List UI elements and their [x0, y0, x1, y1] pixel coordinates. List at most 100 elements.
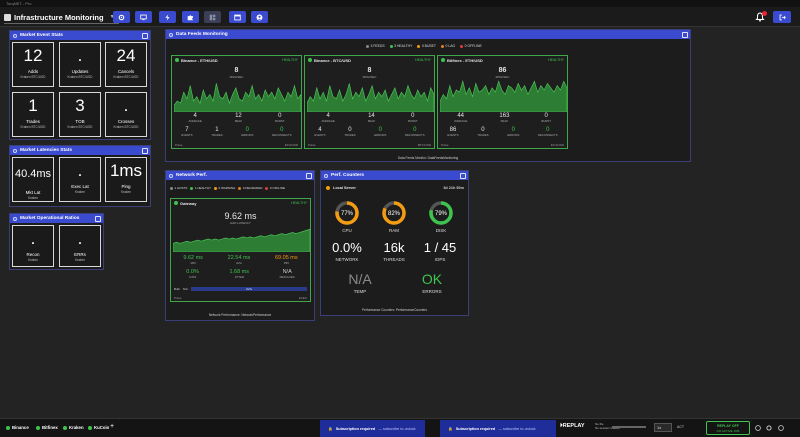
host-header: Gateway HEALTHY [171, 199, 310, 207]
bandwidth-row: Bulk N/A AVG [174, 286, 307, 291]
latency-stat-box: 40.4ms Mkt Lat Kraken [12, 157, 54, 202]
panel-title: Data Feeds Monitoring [176, 32, 228, 37]
user-icon [256, 14, 263, 20]
app-title-select[interactable]: Infrastructure Monitoring ▼ [4, 11, 119, 24]
act-label: ACT [677, 425, 684, 429]
lock-icon: 🔒 [328, 427, 333, 431]
legend-item: 0 BUSET [417, 44, 436, 48]
market-event-stat-box: 12 Adds Kraken BTC/USD [12, 42, 54, 87]
layout-button[interactable] [204, 11, 221, 23]
feed-stat-label: EVENTS [447, 133, 459, 137]
feed-stat-label: BURST [408, 119, 418, 123]
speed-select[interactable]: 1x [654, 423, 672, 432]
stat-label: Mkt Lat [25, 190, 41, 195]
stat-source: Kraken [120, 190, 132, 194]
latency-stats: 9.62 ms MIN 22.54 ms AVG 69.05 ms P95 [171, 255, 310, 265]
stat-label: Ping [121, 184, 131, 189]
gauge-value: 82% [388, 211, 401, 217]
network-stats: 0.0% LOSS 1.68 ms JITTER N/A RESOLVED [171, 269, 310, 279]
latency-area-chart [173, 228, 310, 252]
gear-icon[interactable] [766, 425, 772, 431]
feed-stat-label: TRADES [344, 133, 356, 137]
status-dot [441, 58, 445, 62]
notification-badge [762, 11, 767, 16]
window-titlebar: TorqNET - Pro [0, 0, 800, 7]
feed-stat: 86 EVENTS [447, 127, 459, 137]
status-dot [6, 425, 10, 430]
network-host-card[interactable]: Gateway HEALTHY 9.62 ms HAD LATENCY 9.62 … [170, 198, 311, 302]
feed-card[interactable]: Binance - ETH/USD HEALTHY 8 MSG/SEC 4 AVERAGE… [171, 55, 302, 149]
network-footer: Network Performance: NetworkPerformance [208, 313, 272, 317]
legend-dot [238, 186, 242, 190]
logout-button[interactable] [773, 11, 791, 23]
panel-title: Network Perf. [176, 173, 207, 178]
legend-item: 1 HEALTHY [190, 186, 211, 190]
feed-stat-label: RECONNECTS [405, 133, 425, 137]
feed-stat-label: ERRORS [507, 133, 520, 137]
panel-menu-icon[interactable] [142, 147, 148, 154]
power-icon[interactable] [778, 425, 784, 431]
lightning-icon [165, 13, 170, 21]
user-button[interactable] [251, 11, 268, 23]
add-tab-button[interactable]: + [110, 423, 114, 430]
panel-menu-icon[interactable] [306, 172, 312, 179]
stat-source: Kraken BTC/USD [113, 125, 139, 129]
window-button[interactable] [229, 11, 246, 23]
panel-header: Data Feeds Monitoring [166, 30, 690, 39]
exchange-tab[interactable]: Binance [6, 425, 29, 430]
min-stat: 9.62 ms MIN [183, 255, 203, 265]
feed-stat: 4 AVERAGE [188, 113, 202, 123]
top-toolbar: Infrastructure Monitoring ▼ [0, 7, 800, 27]
stat-source: Kraken [27, 196, 39, 200]
errors-label: ERRORS [422, 289, 442, 294]
uptime: 3d 21h 50m [443, 186, 464, 190]
exchange-tab[interactable]: KuCoin [88, 425, 109, 430]
panel-title: Market Operational Ratios [20, 216, 80, 221]
feed-stat: 44 AVERAGE [454, 113, 468, 123]
feed-header: Binance - ETH/USD HEALTHY [172, 56, 301, 64]
replay-toggle-button[interactable]: REPLAY OFF NO ACTIVE JOB [706, 421, 750, 435]
server-row: Local Server 3d 21h 50m [326, 186, 464, 190]
help-icon[interactable] [755, 425, 761, 431]
feeds-legend: 3 FEEDS 3 HEALTHY 0 BUSET 0 LAG 0 OFFLINE [366, 44, 482, 48]
feed-card[interactable]: Bitfinex - ETH/USD HEALTHY 86 MSG/SEC 44 AVER… [437, 55, 568, 149]
tab-label: KuCoin [94, 425, 110, 430]
lightning-button[interactable] [159, 11, 176, 23]
panel-menu-icon[interactable] [142, 32, 148, 39]
bottom-bar: Binance Bitfinex Kraken KuCoin + 🔒 Subscripti… [0, 418, 800, 437]
legend-label: 3 HEALTHY [394, 44, 413, 48]
legend-label: 0 LAG [445, 44, 456, 48]
feed-stat: 0 TRADES [477, 127, 489, 137]
latency-value: 9.62 ms [224, 211, 257, 221]
exchange-tab[interactable]: Kraken [63, 425, 84, 430]
panel-menu-icon[interactable] [95, 215, 101, 222]
legend-dot [441, 44, 444, 48]
stat-value: 12 [23, 46, 43, 65]
panel-menu-icon[interactable] [682, 31, 688, 38]
feed-card[interactable]: Binance - BTC/USD HEALTHY 8 MSG/SEC 4 AVERAGE… [304, 55, 435, 149]
settings-button[interactable] [113, 11, 130, 23]
replay-slider[interactable] [612, 426, 646, 428]
gear-icon [118, 14, 125, 20]
replay-label: ⏵REPLAY [560, 423, 585, 429]
feed-stat-label: BURST [541, 119, 551, 123]
feed-footer: Pulse BTC/USD [308, 143, 431, 147]
feed-stat-label: BURST [275, 119, 285, 123]
latency-stat-box: . Exec Lat Kraken [59, 157, 101, 202]
monitor-button[interactable] [135, 11, 152, 23]
stat-source: Kraken [27, 258, 39, 262]
feed-stat-label: ERRORS [241, 133, 254, 137]
disk-gauge: 79% [429, 201, 453, 225]
legend-dot [460, 44, 464, 48]
feed-stat: 0 RECONNECTS [538, 127, 558, 137]
plugins-button[interactable] [182, 11, 199, 23]
legend-label: 0 OFFLINE [464, 44, 482, 48]
subscription-banner-1[interactable]: 🔒 Subscription required — subscribe to unl… [320, 420, 425, 437]
subscription-banner-2[interactable]: 🔒 Subscription required — subscribe to unl… [440, 420, 556, 437]
exchange-tab[interactable]: Bitfinex [36, 425, 58, 430]
app-title: Infrastructure Monitoring [14, 12, 104, 22]
feed-stat-label: ERRORS [374, 133, 387, 137]
stat-label: Trades [26, 119, 40, 124]
panel-menu-icon[interactable] [460, 172, 466, 179]
legend-item: 3 HEALTHY [389, 44, 413, 48]
